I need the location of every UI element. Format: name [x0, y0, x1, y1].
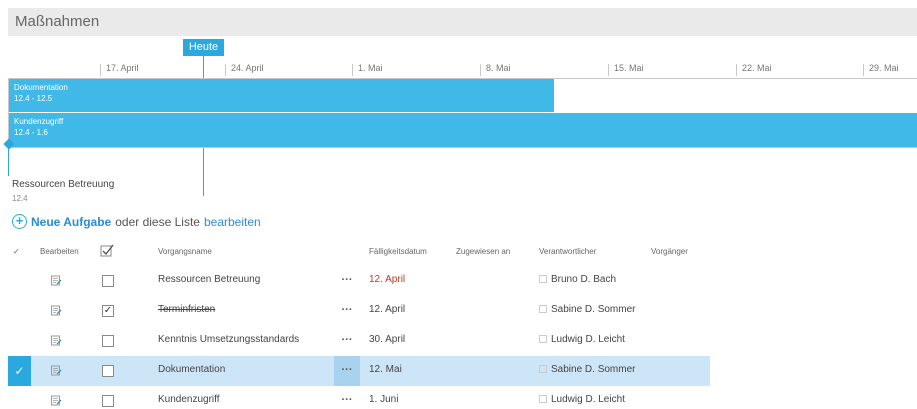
col-owner[interactable]: Verantwortlicher: [539, 247, 596, 256]
owner: Ludwig D. Leicht: [539, 334, 625, 345]
bar-range: 12.4 - 1.6: [14, 128, 48, 137]
col-assigned-to[interactable]: Zugewiesen an: [456, 247, 510, 256]
timeline-bar-kundenzugriff[interactable]: Kundenzugriff 12.4 - 1.6: [9, 113, 917, 147]
bar-title: Dokumentation: [14, 83, 68, 92]
due-date: 12. Mai: [369, 364, 402, 375]
col-due-date[interactable]: Fälligkeitsdatum: [369, 247, 427, 256]
task-name[interactable]: Kundenzugriff: [158, 394, 220, 405]
tick-mark: [608, 64, 609, 76]
person-checkbox-icon: [539, 305, 547, 313]
person-checkbox-icon: [539, 395, 547, 403]
edit-list-link[interactable]: bearbeiten: [204, 215, 261, 229]
person-checkbox-icon: [539, 335, 547, 343]
tick-label: 29. Mai: [869, 63, 899, 73]
due-date: 30. April: [369, 334, 406, 345]
list-header: Maßnahmen: [8, 8, 917, 36]
person-checkbox-icon: [539, 275, 547, 283]
owner-name[interactable]: Sabine D. Sommer: [551, 304, 635, 315]
new-task-link[interactable]: Neue Aufgabe: [31, 215, 111, 229]
task-name[interactable]: Terminfristen: [158, 304, 215, 315]
today-marker: Heute: [183, 39, 224, 56]
edit-icon[interactable]: [51, 365, 62, 376]
row-menu-button[interactable]: ···: [334, 296, 360, 326]
owner: Sabine D. Sommer: [539, 304, 635, 315]
due-date: 12. April: [369, 274, 406, 285]
owner: Ludwig D. Leicht: [539, 394, 625, 405]
edit-icon[interactable]: [51, 275, 62, 286]
row-menu-button[interactable]: ···: [334, 326, 360, 356]
tick-label: 1. Mai: [358, 63, 383, 73]
row-menu-button[interactable]: ···: [334, 386, 360, 409]
owner: Sabine D. Sommer: [539, 364, 635, 375]
milestone-title: Ressourcen Betreuung: [12, 179, 115, 190]
person-checkbox-icon: [539, 365, 547, 373]
table-row[interactable]: ✓ Terminfristen ··· 12. April Sabine D. …: [8, 296, 710, 326]
bar-title: Kundenzugriff: [14, 117, 64, 126]
tick-label: 8. Mai: [486, 63, 511, 73]
col-edit[interactable]: Bearbeiten: [40, 247, 79, 256]
col-select-all[interactable]: ✓: [13, 247, 20, 256]
tick-label: 24. April: [231, 63, 264, 73]
col-predecessor[interactable]: Vorgänger: [651, 247, 688, 256]
tick-mark: [736, 64, 737, 76]
table-row[interactable]: Ressourcen Betreuung ··· 12. April Bruno…: [8, 266, 710, 296]
tick-label: 22. Mai: [742, 63, 772, 73]
milestone-date: 12.4: [12, 194, 28, 203]
edit-icon[interactable]: [51, 305, 62, 316]
owner-name[interactable]: Ludwig D. Leicht: [551, 334, 625, 345]
tick-label: 17. April: [106, 63, 139, 73]
tick-mark: [100, 64, 101, 76]
tick-mark: [863, 64, 864, 76]
table-row[interactable]: Kundenzugriff ··· 1. Juni Ludwig D. Leic…: [8, 386, 710, 409]
due-date: 1. Juni: [369, 394, 399, 405]
task-name[interactable]: Dokumentation: [158, 364, 225, 375]
table-row-selected[interactable]: ✓ Dokumentation ··· 12. Mai Sabine D. So…: [8, 356, 710, 386]
row-selected-checkmark[interactable]: ✓: [8, 356, 31, 386]
timeline-bar-dokumentation[interactable]: Dokumentation 12.4 - 12.5: [9, 79, 554, 113]
or-text: oder diese Liste: [115, 214, 200, 229]
row-menu-button[interactable]: ···: [334, 266, 360, 296]
col-complete-icon[interactable]: [100, 244, 114, 259]
timeline-scale: 17. April 24. April 1. Mai 8. Mai 15. Ma…: [8, 58, 917, 78]
new-task-bar: + Neue Aufgabe oder diese Liste bearbeit…: [12, 214, 261, 229]
owner-name[interactable]: Ludwig D. Leicht: [551, 394, 625, 405]
page-title: Maßnahmen: [15, 13, 100, 30]
task-name[interactable]: Kenntnis Umsetzungsstandards: [158, 334, 299, 345]
complete-checkbox[interactable]: [102, 365, 114, 377]
due-date: 12. April: [369, 304, 406, 315]
complete-checkbox[interactable]: [102, 395, 114, 407]
gantt-area: Dokumentation 12.4 - 12.5 Kundenzugriff …: [8, 78, 917, 148]
plus-circle-icon[interactable]: +: [12, 214, 27, 229]
complete-checkbox[interactable]: [102, 335, 114, 347]
row-menu-button[interactable]: ···: [334, 356, 360, 386]
owner-name[interactable]: Sabine D. Sommer: [551, 364, 635, 375]
tick-mark: [352, 64, 353, 76]
tick-mark: [480, 64, 481, 76]
table-row[interactable]: Kenntnis Umsetzungsstandards ··· 30. Apr…: [8, 326, 710, 356]
owner-name[interactable]: Bruno D. Bach: [551, 274, 616, 285]
bar-range: 12.4 - 12.5: [14, 94, 53, 103]
owner: Bruno D. Bach: [539, 274, 616, 285]
tick-mark: [225, 64, 226, 76]
task-name[interactable]: Ressourcen Betreuung: [158, 274, 260, 285]
complete-checkbox[interactable]: [102, 275, 114, 287]
milestone-line: [8, 148, 9, 176]
edit-icon[interactable]: [51, 395, 62, 406]
complete-checkbox[interactable]: ✓: [102, 305, 114, 317]
col-task-name[interactable]: Vorgangsname: [158, 247, 212, 256]
tick-label: 15. Mai: [614, 63, 644, 73]
edit-icon[interactable]: [51, 335, 62, 346]
